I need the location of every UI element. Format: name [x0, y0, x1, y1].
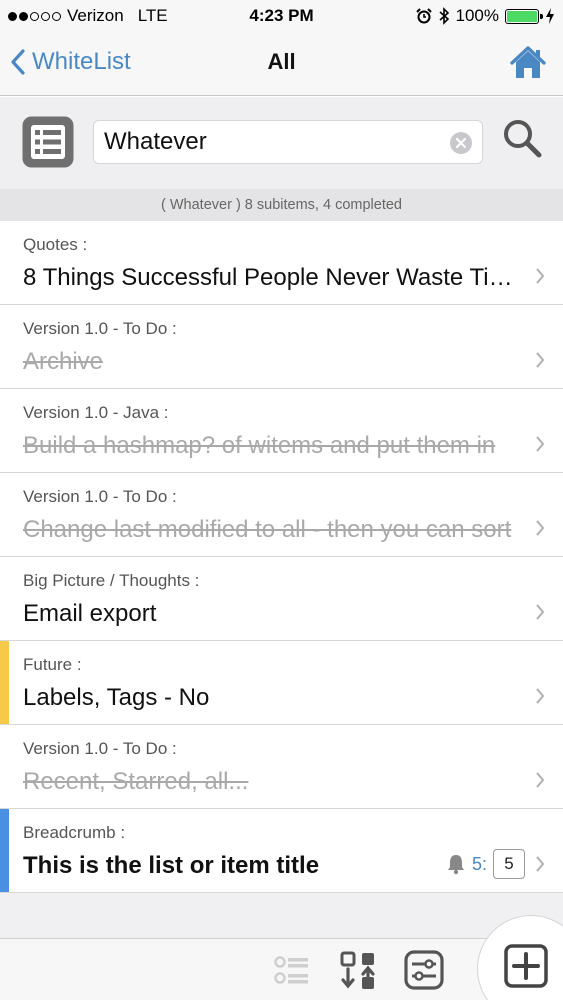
list-item[interactable]: Quotes : 8 Things Successful People Neve… — [0, 221, 563, 305]
item-category: Breadcrumb : — [23, 823, 126, 842]
battery-percent: 100% — [455, 6, 499, 25]
list-view-icon[interactable] — [21, 115, 75, 169]
item-category: Version 1.0 - To Do : — [23, 487, 177, 506]
chevron-right-icon — [536, 352, 545, 368]
item-title: Recent, Starred, all... — [23, 768, 249, 795]
item-category: Big Picture / Thoughts : — [23, 571, 200, 590]
item-category: Quotes : — [23, 235, 88, 254]
item-category: Version 1.0 - To Do : — [23, 739, 177, 758]
list-item[interactable]: Version 1.0 - Java : Build a hashmap? of… — [0, 389, 563, 473]
chevron-right-icon — [536, 436, 545, 452]
item-category: Version 1.0 - To Do : — [23, 319, 177, 338]
chevron-right-icon — [536, 688, 545, 704]
item-title: Email export — [23, 600, 157, 627]
priority-color-bar — [0, 641, 9, 724]
item-title: 8 Things Successful People Never Waste T… — [23, 264, 518, 291]
item-meta: 5: 5 — [446, 849, 525, 879]
clear-search-button[interactable] — [450, 132, 472, 154]
item-title: Archive — [23, 348, 104, 375]
home-icon[interactable] — [509, 44, 547, 82]
bluetooth-icon — [438, 7, 449, 25]
list-item[interactable]: Big Picture / Thoughts : Email export — [0, 557, 563, 641]
sort-icon[interactable] — [338, 949, 378, 991]
list-item[interactable]: Breadcrumb : This is the list or item ti… — [0, 809, 563, 893]
chevron-right-icon — [536, 772, 545, 788]
search-icon[interactable] — [501, 117, 543, 159]
item-title: Build a hashmap? of witems and put them … — [23, 432, 496, 459]
plus-box-icon — [504, 944, 548, 988]
search-bar-area — [0, 97, 563, 189]
bell-icon — [447, 855, 464, 875]
alarm-icon — [415, 8, 432, 24]
list-item[interactable]: Version 1.0 - To Do : Recent, Starred, a… — [0, 725, 563, 809]
list-item[interactable]: Version 1.0 - To Do : Change last modifi… — [0, 473, 563, 557]
search-input[interactable] — [104, 127, 444, 157]
charging-icon — [546, 8, 554, 24]
priority-color-bar — [0, 809, 9, 892]
reminder-count: 5: — [471, 853, 487, 874]
checklist-toggle-icon[interactable] — [272, 949, 312, 991]
navigation-bar: WhiteList All — [0, 32, 563, 96]
battery-icon — [505, 8, 543, 24]
list-item[interactable]: Version 1.0 - To Do : Archive — [0, 305, 563, 389]
chevron-right-icon — [536, 604, 545, 620]
search-field[interactable] — [93, 120, 483, 164]
list-footer-space — [0, 893, 563, 938]
status-right: 100% — [415, 6, 555, 26]
item-title: This is the list or item title — [23, 852, 320, 879]
item-category: Future : — [23, 655, 82, 674]
item-title: Labels, Tags - No — [23, 684, 210, 711]
chevron-right-icon — [536, 856, 545, 872]
subitem-count-badge[interactable]: 5 — [493, 849, 525, 879]
settings-sliders-icon[interactable] — [404, 949, 444, 991]
clear-x-icon — [455, 137, 467, 149]
page-title: All — [267, 49, 296, 74]
list-item[interactable]: Future : Labels, Tags - No — [0, 641, 563, 725]
chevron-right-icon — [536, 268, 545, 284]
chevron-right-icon — [536, 520, 545, 536]
item-list: Quotes : 8 Things Successful People Neve… — [0, 221, 563, 893]
item-title: Change last modified to all - then you c… — [23, 516, 512, 543]
summary-text: ( Whatever ) 8 subitems, 4 completed — [0, 189, 563, 221]
item-category: Version 1.0 - Java : — [23, 403, 169, 422]
status-bar: Verizon LTE 4:23 PM 100% — [0, 0, 563, 32]
screen: Verizon LTE 4:23 PM 100% WhiteList All W… — [0, 0, 563, 1000]
